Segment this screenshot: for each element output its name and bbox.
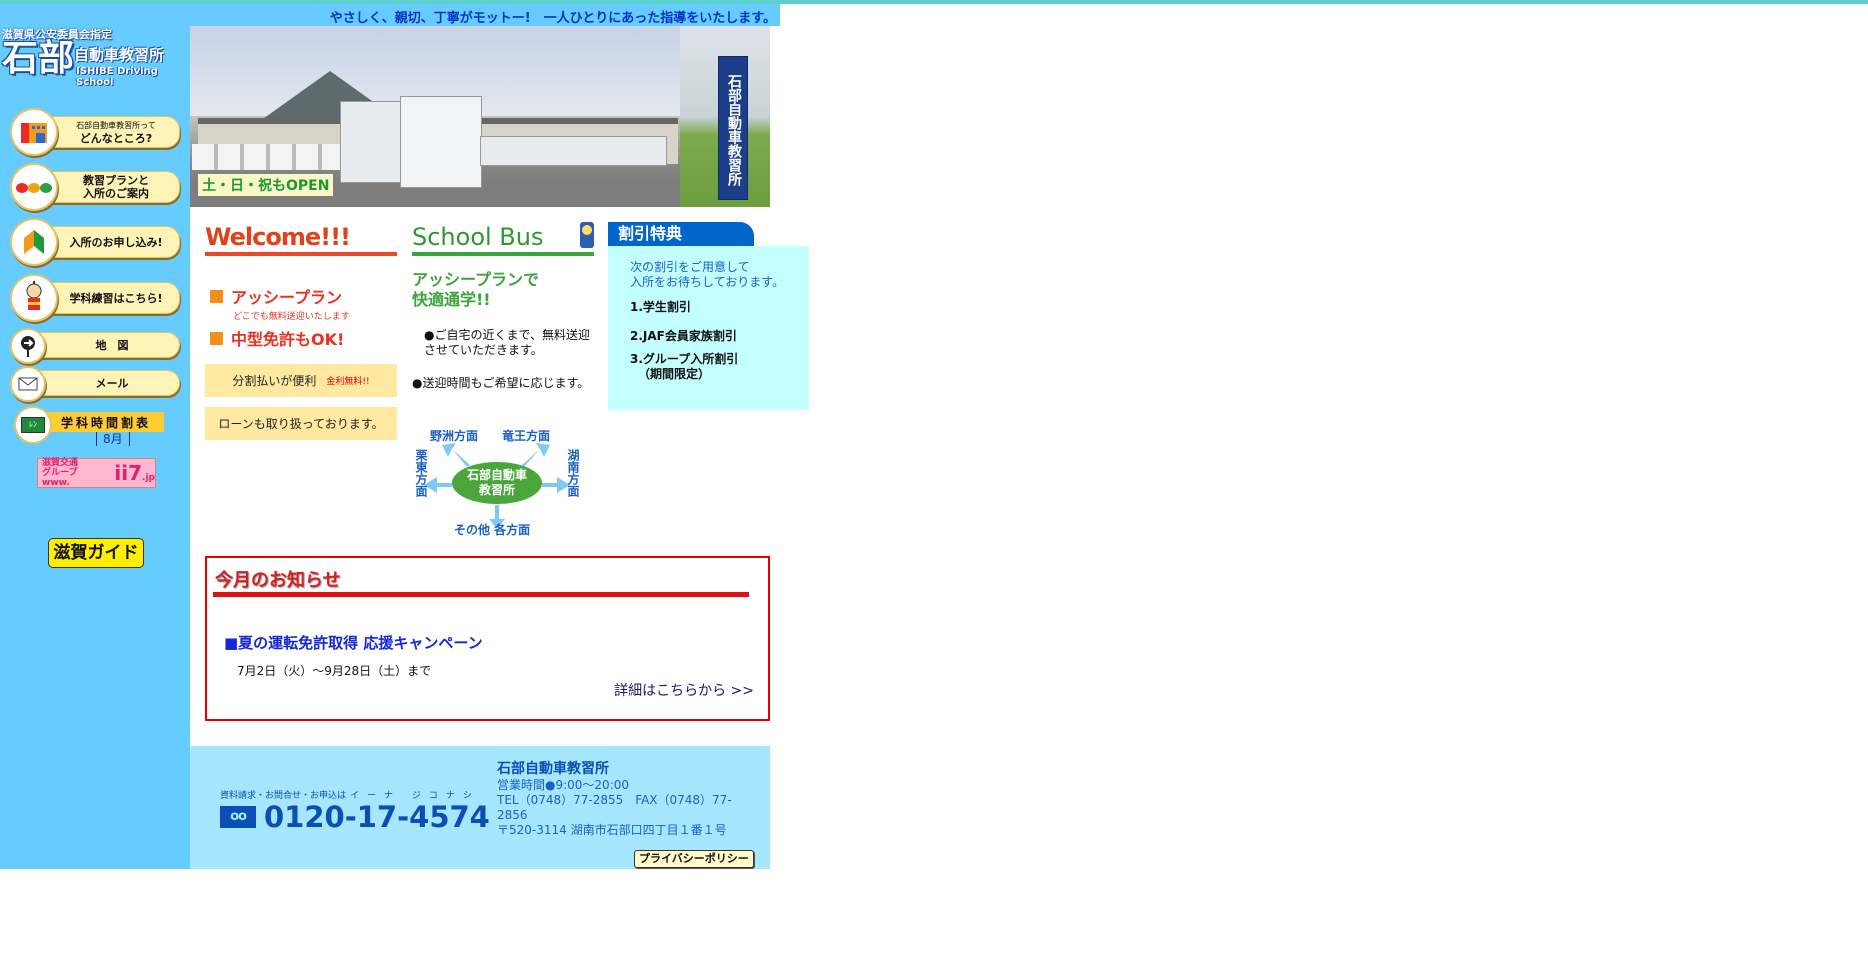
route-ritto: 栗東方面 — [414, 449, 428, 497]
logo-name-rest: 自動車教習所 — [74, 46, 165, 64]
nav-plans-line1: 教習プランと — [83, 174, 149, 187]
school-name: 石部自動車教習所 — [497, 761, 609, 777]
campaign-title: ■夏の運転免許取得 応援キャンペーン — [224, 634, 483, 652]
nav-about-small: 石部自動車教習所って — [76, 121, 156, 130]
notice-divider — [213, 592, 749, 597]
tel-fax: TEL（0748）77-2855 FAX（0748）77-2856 — [497, 793, 732, 822]
tagline-bar: やさしく、親切、丁寧がモットー! 一人ひとりにあった指導をいたします。 — [190, 4, 780, 26]
privacy-policy-button[interactable]: プライバシーポリシー — [634, 850, 754, 868]
discount-box: 次の割引をご用意して 入所をお待ちしております。 1.学生割引 2.JAF会員家族… — [608, 246, 809, 410]
nav-practice-label: 学科練習はこちら! — [69, 291, 163, 305]
nav-practice[interactable]: 学科練習はこちら! — [10, 274, 180, 322]
nav-timetable[interactable]: ﾚﾝ 学科時間割表 — [14, 406, 164, 444]
nav-map[interactable]: 地 図 — [10, 328, 180, 364]
school-bus-title: School Bus — [412, 222, 594, 256]
robot-mascot-icon — [10, 274, 58, 322]
map-pin-icon — [10, 328, 46, 364]
nav-plans-line2: 入所のご案内 — [83, 187, 149, 200]
school-signboard: 石部自動車教習所 — [718, 56, 748, 200]
nav-mail[interactable]: メール — [10, 366, 180, 402]
timetable-month-link[interactable]: 8月 — [96, 432, 130, 446]
discount-item-note: （期間限定） — [638, 367, 711, 381]
bus-icon — [580, 222, 594, 248]
discount-intro: 次の割引をご用意して 入所をお待ちしております。 — [630, 260, 785, 289]
logo-name-large: 石部 — [2, 38, 75, 79]
nav-about-label: どんなところ? — [79, 132, 153, 145]
route-other: その他 各方面 — [454, 523, 531, 537]
nav-apply[interactable]: 入所のお申し込み! — [10, 218, 180, 266]
nav-about[interactable]: 石部自動車教習所ってどんなところ? — [10, 108, 180, 156]
business-hours: 営業時間●9:00～20:00 — [497, 778, 630, 792]
shiga-guide-banner[interactable]: 滋賀ガイド — [48, 538, 144, 568]
site-logo[interactable]: 滋賀県公安委員会指定 石部 自動車教習所 ISHIBE Driving Scho… — [2, 26, 188, 88]
school-bus-subtitle: アッシープランで 快適通学!! — [412, 270, 540, 309]
phone-number[interactable]: oo 0120-17-4574 — [220, 800, 490, 834]
campaign-period: 7月2日（火）～9月28日（土）まで — [237, 664, 432, 678]
tagline: やさしく、親切、丁寧がモットー! 一人ひとりにあった指導をいたします。 — [329, 11, 776, 26]
bus-point: ●ご自宅の近くまで、無料送迎させていただきます。 — [424, 328, 590, 357]
school-bus-section: School Bus アッシープランで 快適通学!! ●ご自宅の近くまで、無料送… — [412, 222, 594, 537]
freedial-icon: oo — [220, 806, 256, 828]
monthly-notice: 今月のお知らせ ■夏の運転免許取得 応援キャンペーン 7月2日（火）～9月28日… — [205, 556, 770, 721]
hero-photo: 土・日・祝もOPEN 石部自動車教習所 — [190, 26, 770, 207]
route-ryuo: 竜王方面 — [502, 429, 551, 443]
welcome-section: Welcome!!! アッシープラン どこでも無料送迎いたします 中型免許もOK… — [205, 222, 397, 440]
plan-asshi-sub: どこでも無料送迎いたします — [233, 312, 350, 322]
discount-item: 1.学生割引 — [630, 300, 691, 314]
open-weekends-badge: 土・日・祝もOPEN — [198, 174, 334, 196]
notice-title: 今月のお知らせ — [215, 570, 341, 591]
blackboard-icon: ﾚﾝ — [14, 406, 52, 444]
route-yasu: 野洲方面 — [430, 429, 479, 443]
route-konan: 湖南方面 — [566, 449, 580, 497]
discount-item: 2.JAF会員家族割引 — [630, 329, 737, 343]
address: 〒520-3114 湖南市石部口四丁目１番１号 — [497, 823, 727, 837]
ii7-banner[interactable]: 滋賀交通 グループ www. ii7.jp — [37, 458, 156, 488]
nav-map-label: 地 図 — [95, 338, 129, 352]
bus-point: ●送迎時間もご希望に応じます。 — [412, 376, 590, 390]
welcome-title: Welcome!!! — [205, 222, 397, 256]
details-link[interactable]: 詳細はこちらから >> — [614, 680, 754, 700]
bus-route-map: 石部自動車 教習所 野洲方面 竜王方面 栗東方面 湖南方面 その他 各方面 — [412, 427, 592, 547]
school-building-icon — [10, 108, 58, 156]
school-info: 石部自動車教習所 営業時間●9:00～20:00 TEL（0748）77-285… — [497, 760, 737, 838]
footer: 資料請求・お問合せ・お申込は イーナ ジコナシ oo 0120-17-4574 石… — [190, 746, 770, 869]
loan-box: ローンも取り扱っております。 — [205, 407, 397, 440]
installment-box: 分割払いが便利 金利無料!! — [205, 364, 397, 397]
beginner-mark-icon — [10, 218, 58, 266]
cars-icon — [10, 163, 58, 211]
plan-asshi[interactable]: アッシープラン — [205, 284, 397, 308]
route-center: 石部自動車 教習所 — [452, 462, 542, 504]
timetable-label: 学科時間割表 — [34, 412, 164, 432]
nav-mail-label: メール — [95, 376, 129, 390]
nav-apply-label: 入所のお申し込み! — [69, 235, 163, 249]
mail-icon — [10, 366, 46, 402]
timetable-month: 8月 — [96, 430, 130, 447]
discount-item: 3.グループ入所割引 — [630, 352, 739, 366]
nav-plans[interactable]: 教習プランと 入所のご案内 — [10, 163, 180, 211]
discount-title: 割引特典 — [608, 222, 754, 246]
logo-name-en: ISHIBE Driving School — [76, 66, 158, 88]
plan-medium-license[interactable]: 中型免許もOK! — [205, 326, 397, 350]
